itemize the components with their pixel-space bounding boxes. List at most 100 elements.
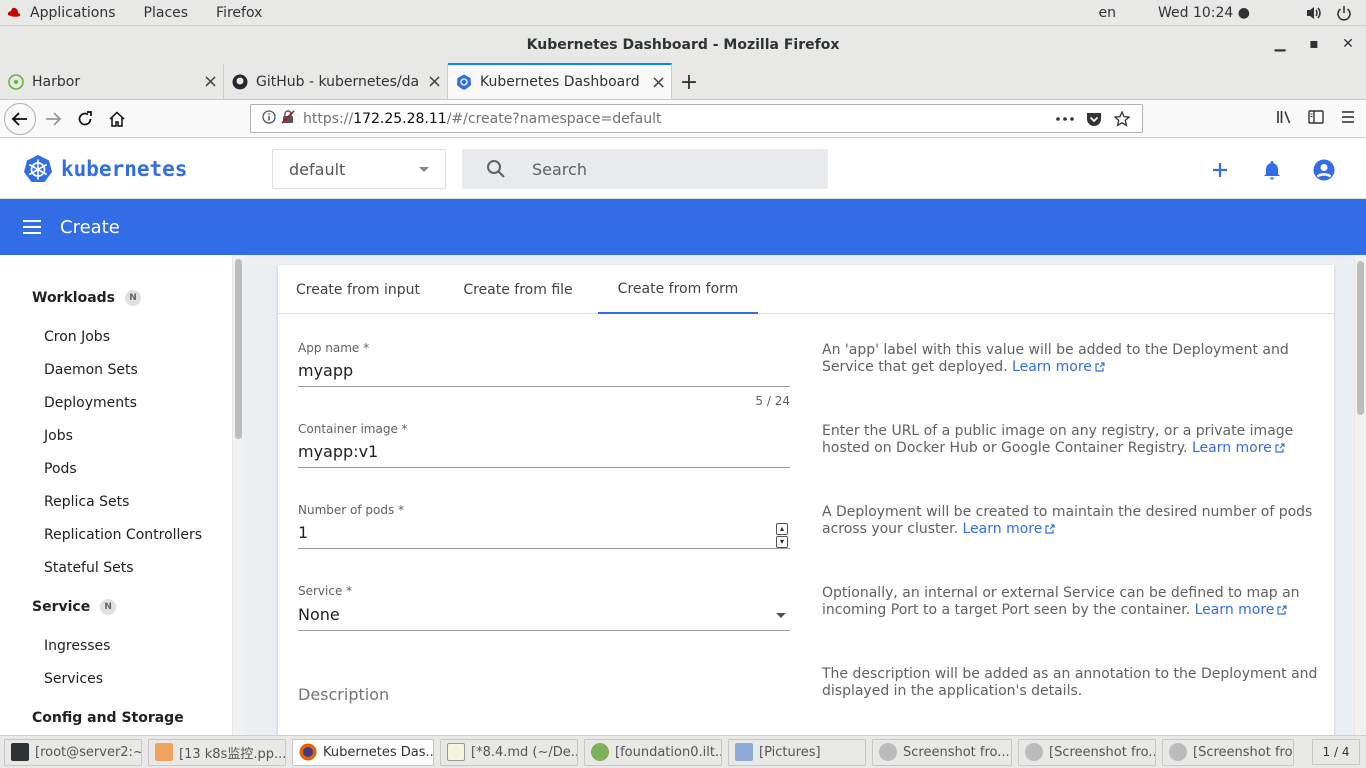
applications-menu[interactable]: Applications [0, 5, 144, 21]
sidebar-item-replication-controllers[interactable]: Replication Controllers [44, 527, 202, 543]
bookmark-star-icon[interactable] [1114, 110, 1130, 127]
url-bar[interactable]: https://172.25.28.11/#/create?namespace=… [250, 104, 1143, 133]
minimize-icon[interactable]: ▁ [1272, 36, 1288, 52]
learn-more-link[interactable]: Learn more [963, 521, 1056, 537]
sidebar-item-daemon-sets[interactable]: Daemon Sets [44, 362, 138, 378]
workspace-pager[interactable]: 1 / 4 [1312, 739, 1360, 765]
service-select[interactable]: None [298, 605, 790, 631]
pods-stepper[interactable]: ▴ ▾ [776, 523, 790, 549]
task-text-editor[interactable]: [*8.4.md (~/De... [440, 738, 578, 766]
pods-number-input[interactable]: 1 ▴ ▾ [298, 523, 790, 549]
container-image-value: myapp:v1 [298, 442, 379, 461]
volume-icon[interactable] [1306, 5, 1322, 21]
applications-label[interactable]: Applications [30, 5, 116, 21]
page-scrollbar[interactable] [1354, 255, 1366, 735]
sidebar-nav: Workloads N Cron Jobs Daemon Sets Deploy… [0, 255, 244, 735]
tab-close-icon[interactable]: × [203, 71, 218, 92]
kubernetes-logo[interactable]: kubernetes [23, 154, 187, 184]
increment-icon[interactable]: ▴ [776, 523, 788, 535]
tab-create-from-input[interactable]: Create from input [278, 265, 438, 314]
firefox-menu[interactable]: Firefox [216, 5, 262, 21]
clock[interactable]: Wed 10:24 ● [1158, 5, 1250, 21]
namespace-selector[interactable]: default [272, 149, 446, 189]
namespace-value: default [289, 159, 346, 179]
library-icon[interactable] [1274, 107, 1294, 127]
sidebar-toggle-icon[interactable] [1306, 107, 1326, 127]
app-name-input[interactable]: myapp [298, 361, 790, 387]
gnome-top-bar: Applications Places Firefox en Wed 10:24… [0, 0, 1366, 26]
sidebar-group-workloads[interactable]: Workloads N [32, 290, 141, 306]
sidebar-scrollbar[interactable] [232, 255, 244, 735]
firefox-icon [299, 743, 317, 761]
task-virt-viewer[interactable]: [foundation0.ilt.... [584, 738, 722, 766]
harbor-favicon-icon [8, 73, 24, 90]
forward-button[interactable] [38, 104, 68, 134]
nav-menu-icon[interactable] [22, 219, 42, 235]
container-image-input[interactable]: myapp:v1 [298, 442, 790, 468]
task-label: [foundation0.ilt.... [615, 744, 722, 760]
search-input[interactable] [532, 159, 792, 179]
tab-github[interactable]: GitHub - kubernetes/dashboard × [224, 64, 448, 99]
learn-more-link[interactable]: Learn more [1012, 359, 1105, 375]
tab-bar: Harbor × GitHub - kubernetes/dashboard ×… [0, 63, 1366, 100]
learn-more-link[interactable]: Learn more [1192, 440, 1285, 456]
create-plus-icon[interactable] [1209, 159, 1231, 181]
tab-kubernetes-dashboard[interactable]: Kubernetes Dashboard × [448, 63, 672, 99]
task-presentation[interactable]: [13 k8s监控.pp... [148, 738, 286, 766]
task-screenshot-2[interactable]: [Screenshot fro... [1018, 738, 1156, 766]
screenshot-icon [1025, 743, 1043, 761]
maximize-icon[interactable]: ▪ [1306, 36, 1322, 52]
task-file-manager[interactable]: [Pictures] [728, 738, 866, 766]
sidebar-item-services[interactable]: Services [44, 671, 103, 687]
sidebar-item-replica-sets[interactable]: Replica Sets [44, 494, 129, 510]
task-firefox[interactable]: Kubernetes Das... [292, 738, 434, 766]
back-button[interactable] [4, 102, 36, 135]
github-favicon-icon [232, 74, 248, 89]
page-actions-icon[interactable] [1056, 116, 1074, 121]
tab-close-icon[interactable]: × [427, 71, 442, 92]
window-title: Kubernetes Dashboard - Mozilla Firefox [526, 37, 840, 53]
sidebar-item-jobs[interactable]: Jobs [44, 428, 73, 444]
home-button[interactable] [102, 104, 132, 134]
new-tab-button[interactable]: + [672, 65, 706, 99]
sidebar-item-deployments[interactable]: Deployments [44, 395, 137, 411]
tab-close-icon[interactable]: × [651, 72, 666, 93]
reload-button[interactable] [70, 104, 100, 134]
dropdown-caret-icon [776, 613, 786, 618]
sidebar-item-pods[interactable]: Pods [44, 461, 77, 477]
decrement-icon[interactable]: ▾ [776, 536, 788, 548]
tab-title: GitHub - kubernetes/dashboard [256, 73, 419, 90]
task-label: Kubernetes Das... [323, 744, 434, 760]
pocket-icon[interactable] [1086, 111, 1102, 127]
language-indicator[interactable]: en [1099, 5, 1117, 21]
file-manager-icon [735, 743, 753, 761]
scrollbar-thumb[interactable] [235, 259, 242, 439]
places-menu[interactable]: Places [144, 5, 189, 21]
sidebar-item-stateful-sets[interactable]: Stateful Sets [44, 560, 133, 576]
task-screenshot-3[interactable]: [Screenshot fro... [1162, 738, 1294, 766]
close-icon[interactable]: ✕ [1340, 36, 1356, 52]
tab-harbor[interactable]: Harbor × [0, 64, 224, 99]
insecure-lock-icon[interactable] [281, 109, 301, 128]
scrollbar-thumb[interactable] [1357, 261, 1364, 415]
sidebar-item-cron-jobs[interactable]: Cron Jobs [44, 329, 110, 345]
notifications-bell-icon[interactable] [1261, 159, 1283, 181]
power-icon[interactable] [1336, 5, 1352, 21]
site-info-icon[interactable] [257, 109, 281, 128]
task-terminal[interactable]: [root@server2:~] [4, 738, 142, 766]
learn-more-link[interactable]: Learn more [1195, 602, 1288, 618]
task-label: [Pictures] [759, 744, 821, 760]
task-screenshot-1[interactable]: Screenshot fro... [872, 738, 1012, 766]
sidebar-group-service[interactable]: Service N [32, 599, 117, 615]
tab-create-from-form[interactable]: Create from form [598, 265, 758, 314]
description-textarea[interactable]: Description [298, 685, 389, 704]
tab-create-from-file[interactable]: Create from file [438, 265, 598, 314]
sidebar-group-config-and-storage[interactable]: Config and Storage [32, 710, 184, 726]
help-text: The description will be added as an anno… [822, 666, 1318, 699]
account-circle-icon[interactable] [1313, 159, 1335, 181]
search-bar[interactable] [462, 149, 828, 189]
dropdown-caret-icon [419, 166, 429, 172]
terminal-icon [11, 743, 29, 761]
hamburger-menu-icon[interactable] [1338, 107, 1358, 127]
sidebar-item-ingresses[interactable]: Ingresses [44, 638, 110, 654]
